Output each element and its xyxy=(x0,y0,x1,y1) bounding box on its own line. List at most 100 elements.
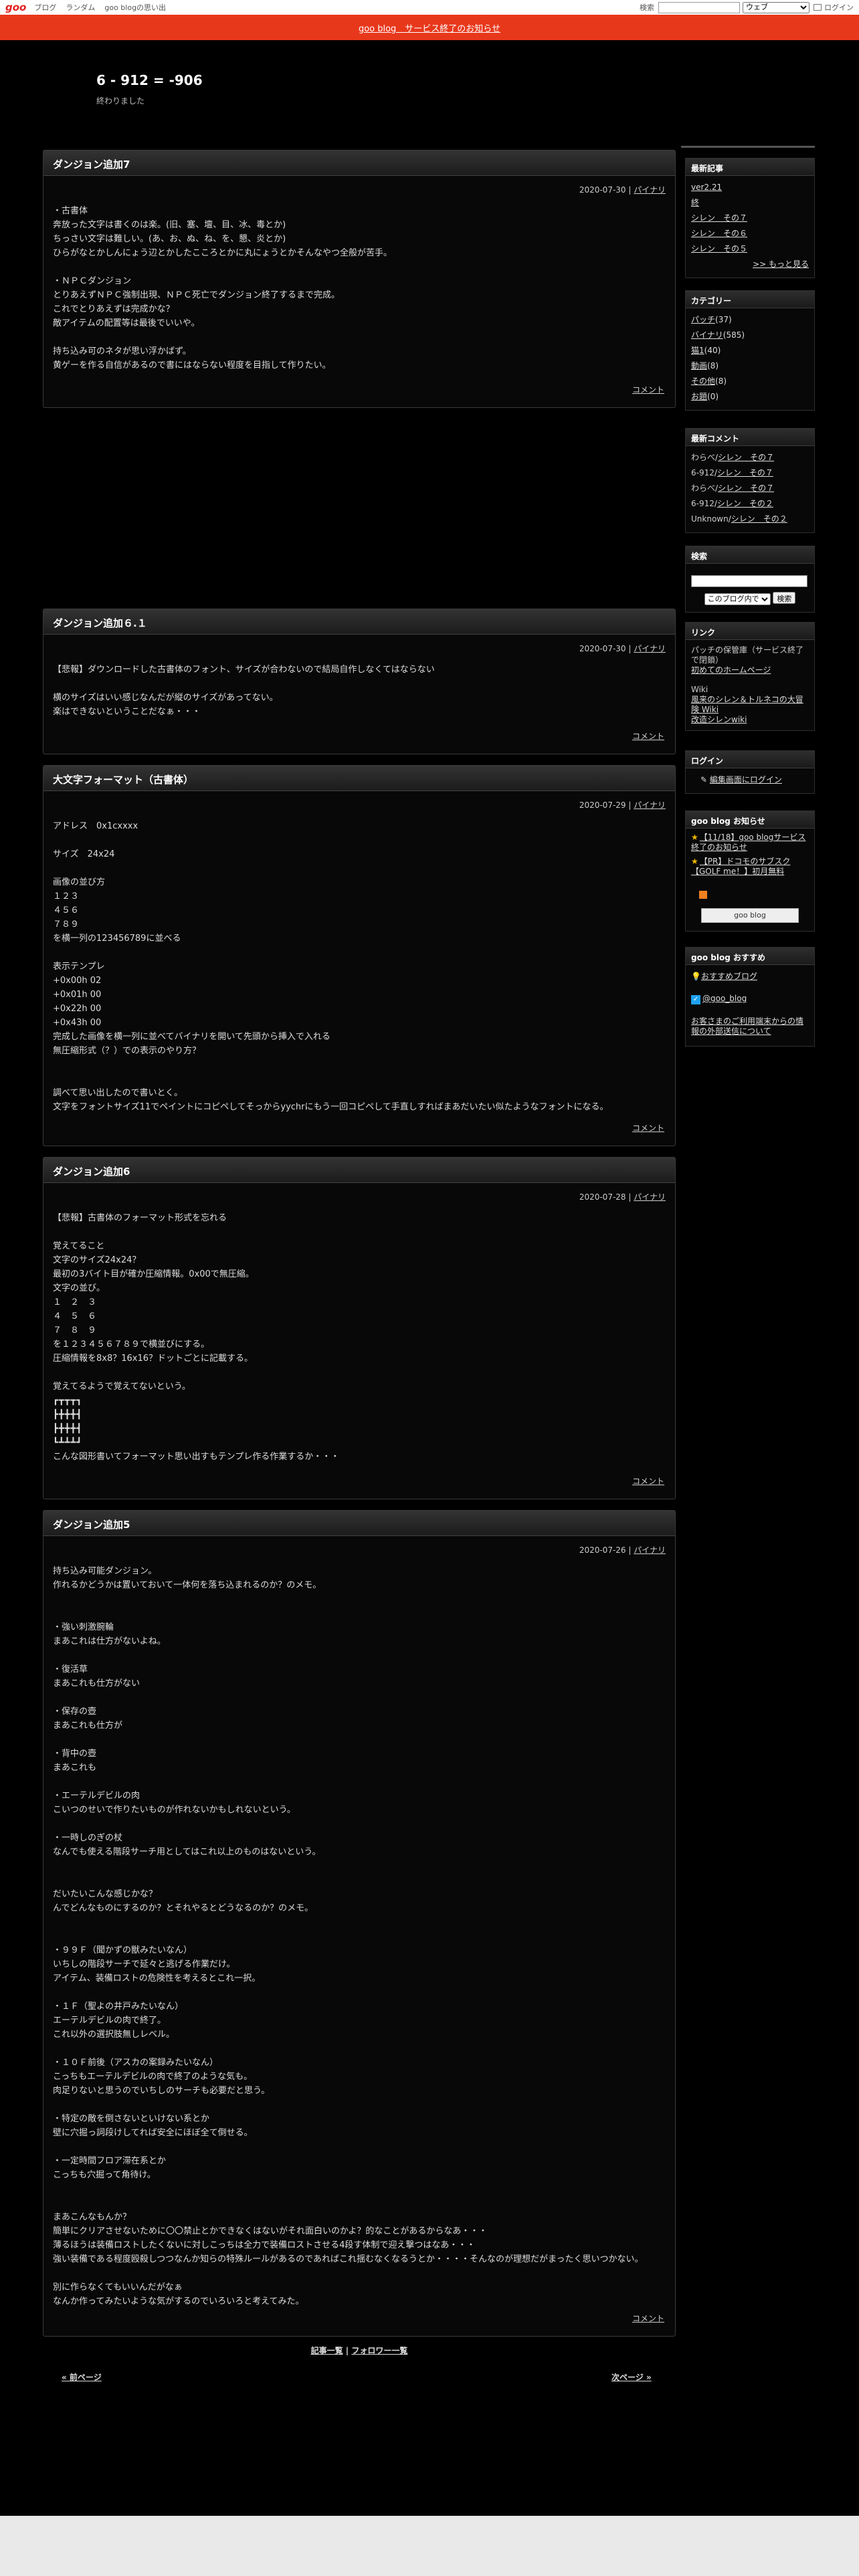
category-widget: カテゴリー パッチ(37) バイナリ(585) 猫1(40) 動画(8) その他… xyxy=(685,290,815,411)
category-link[interactable]: 動画 xyxy=(691,361,707,370)
category-count: (8) xyxy=(707,361,719,370)
comment-link[interactable]: コメント xyxy=(632,2313,664,2324)
blog-search-scope-select[interactable]: このブログ内で xyxy=(704,593,771,605)
category-count: (0) xyxy=(707,392,719,401)
category-count: (8) xyxy=(715,377,727,386)
lightbulb-icon: 💡 xyxy=(691,972,701,981)
external-link[interactable]: 改造シレンwiki xyxy=(691,715,809,725)
category-link[interactable]: パッチ xyxy=(691,315,715,324)
entry-article: ダンジョン追加６.１ 2020-07-30 | パイナリ 【悲報】ダウンロードし… xyxy=(43,609,676,754)
entry-body: 【悲報】古書体のフォーマット形式を忘れる 覚えてること 文字のサイズ24x24？… xyxy=(53,1213,340,1462)
comment-article-link[interactable]: シレン その７ xyxy=(718,484,774,493)
comment-link[interactable]: コメント xyxy=(632,1475,664,1487)
pencil-icon: ✎ xyxy=(700,775,708,784)
recent-article-link[interactable]: ver2.21 xyxy=(691,180,809,195)
search-label: 検索 xyxy=(640,3,654,12)
twitter-icon: ✓ xyxy=(691,995,700,1004)
external-info-link[interactable]: お客さまのご利用端末からの情報の外部送信について xyxy=(691,1016,803,1036)
comment-article-link[interactable]: シレン その２ xyxy=(731,514,787,524)
nav-link-blog[interactable]: ブログ xyxy=(34,2,56,13)
login-button[interactable]: ログイン xyxy=(814,2,854,13)
recent-article-link[interactable]: 終 xyxy=(691,195,809,211)
entry-meta: 2020-07-28 | パイナリ xyxy=(579,1192,666,1202)
entry-category[interactable]: パイナリ xyxy=(634,185,666,195)
external-link[interactable]: 風来のシレン＆トルネコの大冒険 Wiki xyxy=(691,695,809,715)
links-widget: リンク パッチの保管庫（サービス終了で閉鎖） 初めてのホームページ Wiki 風… xyxy=(685,622,815,731)
comment-author: わらべ xyxy=(691,453,716,462)
blog-search-input[interactable] xyxy=(691,575,807,587)
comment-link[interactable]: コメント xyxy=(632,1122,664,1134)
entry-date: 2020-07-29 xyxy=(579,800,626,810)
category-count: (37) xyxy=(715,315,732,324)
search-input[interactable] xyxy=(658,1,740,13)
widget-title: ログイン xyxy=(686,751,814,768)
category-link[interactable]: バイナリ xyxy=(691,330,723,340)
recommend-blog-link[interactable]: おすすめブログ xyxy=(701,972,757,981)
comment-author: 6-912 xyxy=(691,499,714,508)
entry-title[interactable]: ダンジョン追加5 xyxy=(43,1511,675,1536)
recent-article-link[interactable]: シレン その６ xyxy=(691,226,809,241)
link-group-label: パッチの保管庫（サービス終了で閉鎖） xyxy=(691,645,804,665)
entry-date: 2020-07-26 xyxy=(579,1545,626,1555)
login-widget: ログイン ✎ 編集画面にログイン xyxy=(685,750,815,794)
category-link[interactable]: 猫1 xyxy=(691,346,704,355)
goo-blog-button[interactable]: goo blog xyxy=(701,908,799,923)
blog-search-widget: 検索 このブログ内で 検索 xyxy=(685,546,815,613)
search-scope-select[interactable]: ウェブ xyxy=(743,1,809,13)
entry-title[interactable]: 大文字フォーマット（古書体） xyxy=(43,766,675,791)
blog-search-button[interactable]: 検索 xyxy=(773,592,796,604)
notice-link[interactable]: 【PR】ドコモのサブスク【GOLF me！】初月無料 xyxy=(691,857,790,876)
comment-article-link[interactable]: シレン その７ xyxy=(717,468,773,477)
entry-body: 持ち込み可能ダンジョン。 作れるかどうかは置いておいて一体何を落ち込まれるのか？… xyxy=(53,1566,644,2306)
entry-category[interactable]: パイナリ xyxy=(634,1192,666,1202)
star-icon: ★ xyxy=(691,857,698,866)
widget-title: 最新記事 xyxy=(686,158,814,176)
goo-logo[interactable]: goo xyxy=(5,1,26,13)
entry-category[interactable]: パイナリ xyxy=(634,1545,666,1555)
entry-meta: 2020-07-29 | パイナリ xyxy=(579,800,666,810)
nav-link-memories[interactable]: goo blogの思い出 xyxy=(104,2,166,13)
recent-article-link[interactable]: シレン その５ xyxy=(691,241,809,257)
comment-author: 6-912 xyxy=(691,468,714,477)
top-nav-bar: goo ブログ ランダム goo blogの思い出 検索 ウェブ ログイン xyxy=(0,0,859,15)
rss-icon xyxy=(699,891,707,899)
category-link[interactable]: お題 xyxy=(691,392,707,401)
article-list-link[interactable]: 記事一覧 xyxy=(311,2346,343,2355)
entry-date: 2020-07-28 xyxy=(579,1192,626,1202)
top-search-box: 検索 ウェブ ログイン xyxy=(640,0,859,15)
entry-category[interactable]: パイナリ xyxy=(634,644,666,653)
entry-body: 【悲報】ダウンロードした古書体のフォント、サイズが合わないので結局自作しなくては… xyxy=(53,665,435,717)
service-end-link[interactable]: goo blog サービス終了のお知らせ xyxy=(359,21,500,34)
entry-title[interactable]: ダンジョン追加6 xyxy=(43,1158,675,1183)
entry-article: ダンジョン追加5 2020-07-26 | パイナリ 持ち込み可能ダンジョン。 … xyxy=(43,1510,676,2337)
entry-meta: 2020-07-26 | パイナリ xyxy=(579,1545,666,1555)
category-link[interactable]: その他 xyxy=(691,377,715,386)
follower-list-link[interactable]: フォロワー一覧 xyxy=(351,2346,407,2355)
nav-link-random[interactable]: ランダム xyxy=(66,2,95,13)
widget-title: カテゴリー xyxy=(686,291,814,308)
next-page-link[interactable]: 次ページ » xyxy=(611,2371,652,2383)
recent-article-link[interactable]: シレン その７ xyxy=(691,211,809,226)
notice-item: ★ 【11/18】goo blogサービス終了のお知らせ xyxy=(691,833,809,853)
divider xyxy=(681,146,815,148)
blog-title[interactable]: 6 - 912 = -906 xyxy=(96,72,203,88)
comment-link[interactable]: コメント xyxy=(632,730,664,742)
entry-meta: 2020-07-30 | パイナリ xyxy=(579,644,666,653)
comment-article-link[interactable]: シレン その７ xyxy=(718,453,774,462)
edit-login-link[interactable]: 編集画面にログイン xyxy=(710,775,782,784)
comment-link[interactable]: コメント xyxy=(632,384,664,395)
comment-article-link[interactable]: シレン その２ xyxy=(717,499,773,508)
entry-meta: 2020-07-30 | パイナリ xyxy=(579,185,666,195)
entry-category[interactable]: パイナリ xyxy=(634,800,666,810)
goo-notice-widget: goo blog お知らせ ★ 【11/18】goo blogサービス終了のお知ら… xyxy=(685,811,815,932)
login-icon xyxy=(814,4,822,11)
external-link[interactable]: 初めてのホームページ xyxy=(691,665,809,675)
entry-title[interactable]: ダンジョン追加7 xyxy=(43,150,675,176)
entry-body: アドレス 0x1cxxxx サイズ 24x24 画像の並び方 １２３ ４５６ ７… xyxy=(53,821,609,1112)
twitter-link[interactable]: @goo_blog xyxy=(702,994,747,1003)
more-articles-link[interactable]: >> もっと見る xyxy=(691,257,809,272)
widget-title: 検索 xyxy=(686,546,814,564)
prev-page-link[interactable]: « 前ページ xyxy=(62,2371,102,2383)
entry-title[interactable]: ダンジョン追加６.１ xyxy=(43,609,675,635)
notice-link[interactable]: 【11/18】goo blogサービス終了のお知らせ xyxy=(691,833,805,852)
